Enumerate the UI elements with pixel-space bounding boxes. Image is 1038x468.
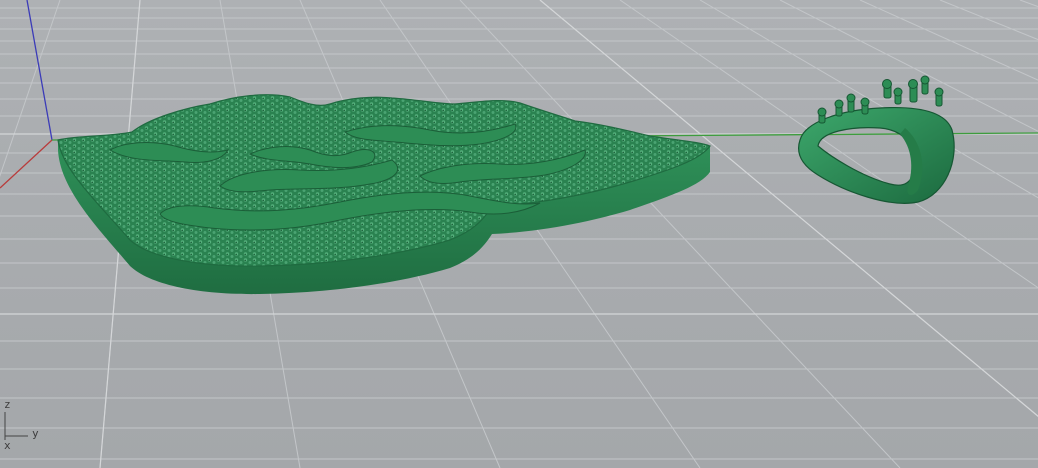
- axis-label-z: z: [4, 398, 11, 411]
- 3d-viewport[interactable]: z y x: [0, 0, 1038, 468]
- world-z-axis: [26, 0, 53, 141]
- world-x-axis: [0, 139, 53, 189]
- ring-with-prongs: [797, 75, 955, 204]
- axis-label-x: x: [4, 439, 11, 452]
- axis-label-y: y: [32, 427, 39, 440]
- viewport-scene[interactable]: [0, 0, 1038, 468]
- flame-leaf-plaque: [57, 94, 711, 295]
